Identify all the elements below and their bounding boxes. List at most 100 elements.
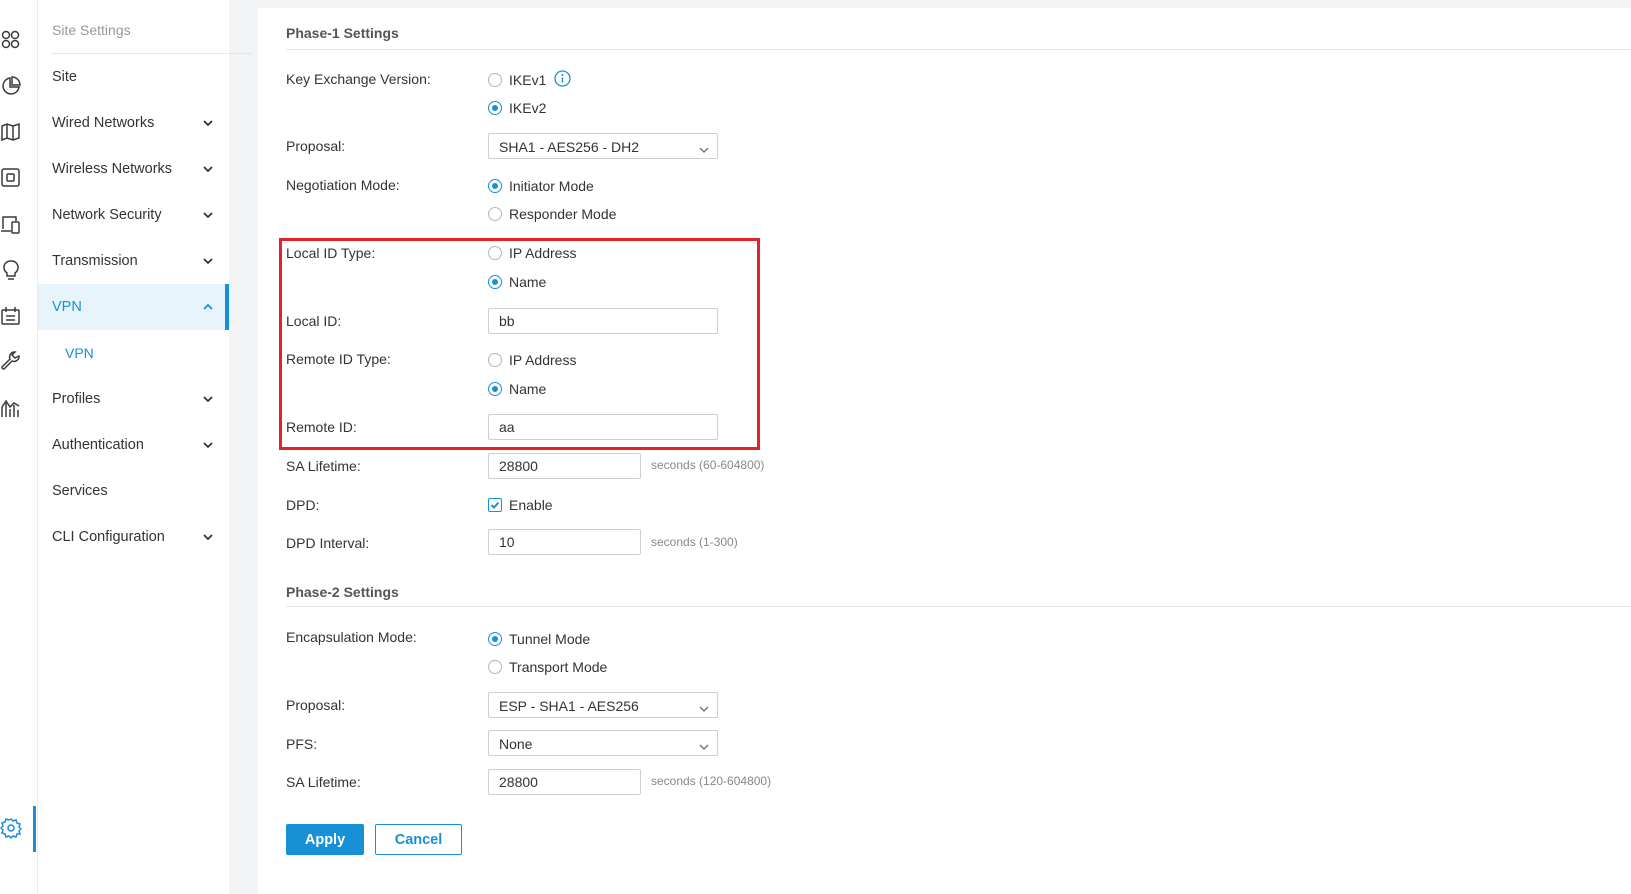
select-value: ESP - SHA1 - AES256 [499,698,639,714]
chevron-down-icon [202,530,214,542]
radio-label: Transport Mode [509,659,608,675]
divider [286,49,1631,50]
chevron-down-icon [699,701,709,713]
radio-label: IKEv1 [509,72,547,88]
phase2-sa-lifetime-hint: seconds (120-604800) [651,774,772,788]
radio-tunnel-mode[interactable]: Tunnel Mode [488,629,590,649]
sidebar-item-label: Services [52,483,108,499]
key-exchange-label: Key Exchange Version: [286,71,431,87]
sidebar-item-label: VPN [52,299,82,315]
radio-transport-mode[interactable]: Transport Mode [488,657,607,677]
devices-icon[interactable] [0,167,22,189]
radio-initiator-mode[interactable]: Initiator Mode [488,176,594,196]
sidebar-item-authentication[interactable]: Authentication [38,422,229,468]
sidebar-active-indicator [225,284,229,330]
radio-label: IP Address [509,352,577,368]
radio-label: Responder Mode [509,206,617,222]
dpd-interval-label: DPD Interval: [286,535,370,551]
rail-active-indicator [33,806,36,852]
radio-ikev1[interactable]: IKEv1 [488,70,546,90]
phase1-sa-lifetime-input[interactable] [488,453,641,479]
radio-remote-name[interactable]: Name [488,379,546,399]
radio-responder-mode[interactable]: Responder Mode [488,204,616,224]
sidebar-item-wired-networks[interactable]: Wired Networks [38,100,229,146]
chevron-down-icon [202,438,214,450]
radio-circle [488,632,502,646]
chevron-up-icon [202,300,214,312]
radio-circle [488,207,502,221]
phase2-sa-lifetime-input[interactable] [488,769,641,795]
pfs-select[interactable]: None [488,730,718,756]
info-icon[interactable] [554,70,571,87]
sidebar-item-services[interactable]: Services [38,468,229,514]
proposal-label: Proposal: [286,138,346,154]
radio-circle [488,660,502,674]
phase1-title: Phase-1 Settings [286,25,399,41]
sidebar-header: Site Settings [52,22,131,38]
chevron-down-icon [202,162,214,174]
checkmark-icon [488,498,502,512]
chevron-down-icon [202,392,214,404]
select-value: SHA1 - AES256 - DH2 [499,139,640,155]
statistics-icon[interactable] [0,75,22,97]
radio-circle [488,246,502,260]
radio-circle [488,353,502,367]
radio-label: IKEv2 [509,100,547,116]
chevron-down-icon [699,142,709,154]
checkbox-label: Enable [509,497,553,513]
main-panel: Phase-1 Settings Key Exchange Version: I… [258,8,1631,894]
sidebar-item-label: Transmission [52,253,138,269]
sidebar-item-label: Wireless Networks [52,161,173,177]
remote-id-input[interactable] [488,414,718,440]
radio-remote-ip-address[interactable]: IP Address [488,350,576,370]
phase2-proposal-select[interactable]: ESP - SHA1 - AES256 [488,692,718,718]
chevron-down-icon [202,116,214,128]
phase2-sa-lifetime-label: SA Lifetime: [286,774,361,790]
chevron-down-icon [699,739,709,751]
radio-circle [488,382,502,396]
radio-circle [488,275,502,289]
local-id-label: Local ID: [286,313,342,329]
dpd-interval-hint: seconds (1-300) [651,535,738,549]
settings-icon[interactable] [0,817,22,839]
reports-icon[interactable] [0,397,22,419]
dpd-enable-checkbox[interactable]: Enable [488,497,553,513]
radio-label: Name [509,381,547,397]
remote-id-label: Remote ID: [286,419,357,435]
radio-local-name[interactable]: Name [488,272,546,292]
phase1-proposal-select[interactable]: SHA1 - AES256 - DH2 [488,133,718,159]
insights-icon[interactable] [0,259,22,281]
clients-icon[interactable] [0,213,22,235]
radio-ikev2[interactable]: IKEv2 [488,98,546,118]
sidebar-item-wireless-networks[interactable]: Wireless Networks [38,146,229,192]
radio-label: Tunnel Mode [509,631,591,647]
pfs-label: PFS: [286,736,318,752]
map-icon[interactable] [0,121,22,143]
sidebar-item-label: Site [52,69,77,85]
dpd-interval-input[interactable] [488,529,641,555]
sidebar-item-vpn[interactable]: VPN [38,284,229,330]
sidebar-item-label: CLI Configuration [52,529,165,545]
chevron-down-icon [202,208,214,220]
sa-lifetime-hint: seconds (60-604800) [651,458,765,472]
sidebar-item-profiles[interactable]: Profiles [38,376,229,422]
encapsulation-mode-label: Encapsulation Mode: [286,629,417,645]
sidebar-item-network-security[interactable]: Network Security [38,192,229,238]
radio-label: IP Address [509,245,577,261]
sidebar-item-cli-configuration[interactable]: CLI Configuration [38,514,229,560]
tools-icon[interactable] [0,351,22,373]
radio-label: Name [509,274,547,290]
logs-icon[interactable] [0,305,22,327]
select-value: None [499,736,533,752]
radio-local-ip-address[interactable]: IP Address [488,243,576,263]
sidebar-subitem-vpn[interactable]: VPN [65,345,94,361]
local-id-input[interactable] [488,308,718,334]
sidebar-item-site[interactable]: Site [38,54,229,100]
dashboard-icon[interactable] [0,29,22,51]
sidebar-item-transmission[interactable]: Transmission [38,238,229,284]
radio-circle [488,101,502,115]
phase2-title: Phase-2 Settings [286,584,399,600]
negotiation-mode-label: Negotiation Mode: [286,177,400,193]
cancel-button[interactable]: Cancel [375,824,462,855]
apply-button[interactable]: Apply [286,824,364,855]
